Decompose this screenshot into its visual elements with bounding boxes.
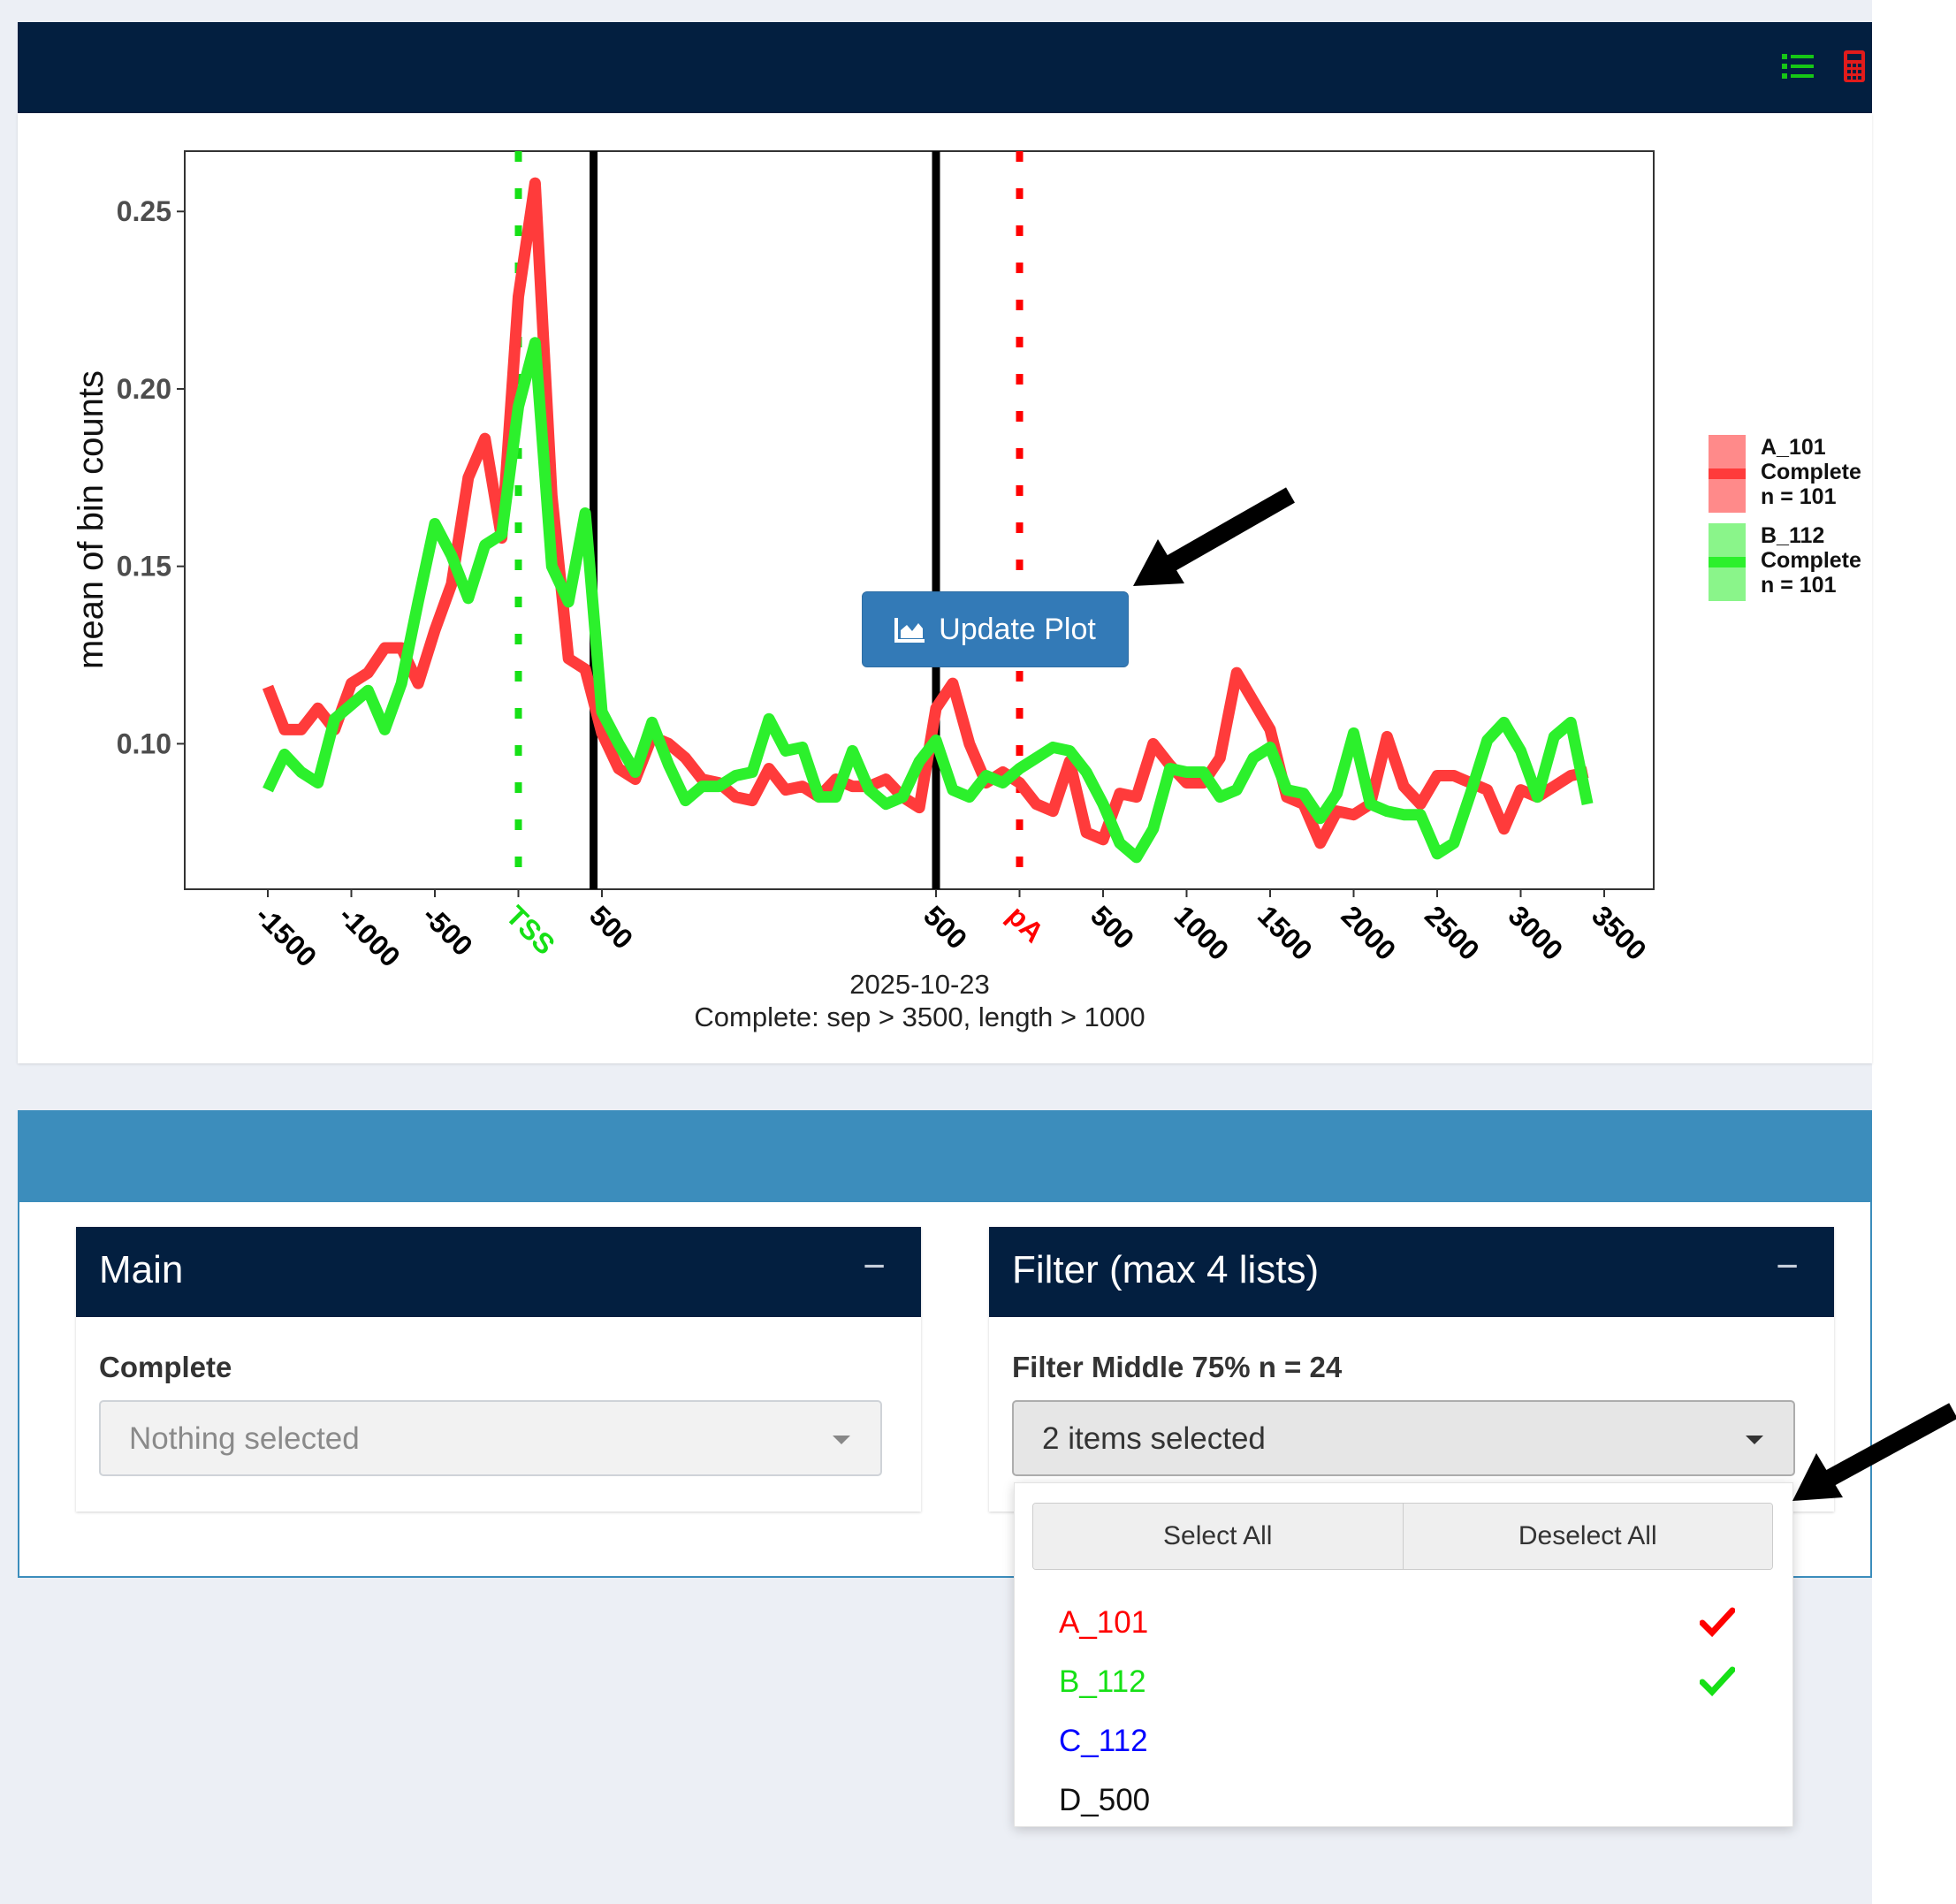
y-axis-label: mean of bin counts — [72, 370, 110, 669]
x-tick-label: 500 — [917, 899, 973, 955]
x-tick-label: 500 — [1085, 899, 1140, 955]
filter-dropdown-menu: Select All Deselect All A_101 B_112 C_112 D… — [1014, 1482, 1793, 1827]
top-navbar — [18, 22, 1872, 113]
dropdown-option-d-500[interactable]: D_500 — [1059, 1783, 1150, 1818]
dropdown-option-a-101[interactable]: A_101 — [1059, 1605, 1148, 1641]
x-tick-label: 2000 — [1336, 899, 1403, 966]
plot-panel: 0.10 0.15 0.20 0.25 -1500 -1000 -500 TSS 500 500… — [18, 113, 1872, 1063]
main-card-title: Main — [99, 1248, 184, 1291]
filter-select[interactable]: 2 items selected — [1012, 1400, 1795, 1476]
x-tick-label: 3500 — [1586, 899, 1653, 966]
x-tick-label: -1000 — [333, 899, 407, 972]
annotation-arrow-dropdown — [1792, 1403, 1956, 1501]
main-card-collapse-button[interactable]: − — [863, 1245, 886, 1289]
complete-select[interactable]: Nothing selected — [99, 1400, 882, 1476]
update-plot-button[interactable]: Update Plot — [862, 591, 1129, 667]
y-tick-label: 0.20 — [117, 373, 171, 405]
dropdown-option-b-112[interactable]: B_112 — [1059, 1664, 1146, 1700]
select-all-button[interactable]: Select All — [1033, 1504, 1403, 1569]
filter-card-title: Filter (max 4 lists) — [1012, 1248, 1320, 1291]
checkmark-icon — [1700, 1666, 1735, 1696]
list-icon[interactable] — [1780, 49, 1815, 84]
main-card-header: Main − — [76, 1227, 921, 1317]
x-tick-label: 1000 — [1168, 899, 1236, 966]
legend-label: n = 101 — [1761, 484, 1837, 509]
filter-select-value: 2 items selected — [1042, 1421, 1266, 1456]
x-tick-label: -1500 — [249, 899, 323, 972]
x-tick-label: 1500 — [1252, 899, 1319, 966]
page-right-margin — [1872, 0, 1956, 1904]
area-chart-icon — [894, 618, 925, 643]
x-tick-label: -500 — [416, 899, 479, 962]
y-tick-label: 0.25 — [117, 195, 171, 227]
filter-card-header: Filter (max 4 lists) − — [989, 1227, 1834, 1317]
deselect-all-button[interactable]: Deselect All — [1402, 1504, 1772, 1569]
complete-field-label: Complete — [99, 1351, 232, 1383]
plot-date-caption: 2025-10-23 — [849, 969, 990, 1000]
legend-label: A_101 — [1761, 435, 1826, 460]
y-tick-label: 0.15 — [117, 551, 171, 583]
chevron-down-icon — [1746, 1436, 1763, 1444]
annotation-arrow-update — [1133, 487, 1295, 586]
controls-box-header — [18, 1110, 1872, 1202]
x-tick-label: pA — [1001, 899, 1051, 948]
main-card: Main − Complete Nothing selected — [76, 1227, 921, 1512]
checkmark-icon — [1700, 1607, 1735, 1637]
legend-label: B_112 — [1761, 523, 1824, 548]
select-buttons-group: Select All Deselect All — [1032, 1503, 1773, 1570]
filter-card: Filter (max 4 lists) − Filter Middle 75%… — [989, 1227, 1834, 1512]
complete-select-placeholder: Nothing selected — [129, 1421, 360, 1456]
y-tick-label: 0.10 — [117, 727, 171, 759]
profile-line-chart: 0.10 0.15 0.20 0.25 -1500 -1000 -500 TSS 500 500… — [72, 150, 1861, 973]
update-plot-label: Update Plot — [939, 612, 1096, 646]
filter-field-label: Filter Middle 75% n = 24 — [1012, 1351, 1343, 1383]
x-tick-label: 3000 — [1503, 899, 1570, 966]
plot-subtitle-caption: Complete: sep > 3500, length > 1000 — [694, 1002, 1145, 1032]
dropdown-option-c-112[interactable]: C_112 — [1059, 1724, 1148, 1759]
legend-label: n = 101 — [1761, 573, 1837, 598]
x-tick-label: 500 — [583, 899, 639, 955]
filter-card-collapse-button[interactable]: − — [1776, 1245, 1799, 1289]
x-tick-label: 2500 — [1419, 899, 1486, 966]
legend-label: Complete — [1761, 548, 1861, 573]
legend-label: Complete — [1761, 460, 1861, 484]
x-tick-label: TSS — [500, 899, 561, 960]
chevron-down-icon — [833, 1436, 850, 1444]
calculator-icon[interactable] — [1837, 49, 1872, 84]
